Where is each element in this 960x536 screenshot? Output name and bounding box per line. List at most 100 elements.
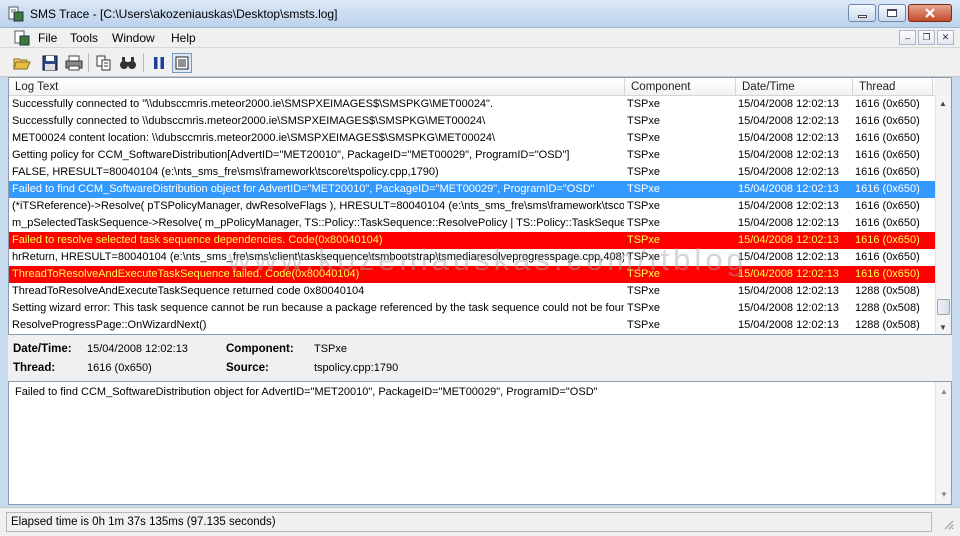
open-button[interactable] — [12, 53, 32, 73]
log-vertical-scrollbar[interactable]: ▲ ▼ — [935, 96, 951, 334]
print-icon — [65, 55, 83, 71]
column-header-thread[interactable]: Thread — [853, 78, 933, 96]
thread-cell: 1616 (0x650) — [855, 183, 920, 195]
component-cell: TSPxe — [627, 166, 661, 178]
component-cell: TSPxe — [627, 183, 661, 195]
document-icon[interactable] — [14, 30, 30, 46]
close-button[interactable] — [908, 4, 952, 22]
log-row[interactable]: FALSE, HRESULT=80040104 (e:\nts_sms_fre\… — [9, 164, 935, 181]
column-header-component[interactable]: Component — [625, 78, 736, 96]
column-header-datetime[interactable]: Date/Time — [736, 78, 853, 96]
print-button[interactable] — [64, 53, 84, 73]
thread-cell: 1288 (0x508) — [855, 319, 920, 331]
save-button[interactable] — [40, 53, 60, 73]
log-row[interactable]: Failed to find CCM_SoftwareDistribution … — [9, 181, 935, 198]
menu-window[interactable]: Window — [112, 31, 155, 45]
datetime-label: Date/Time: — [13, 343, 72, 355]
log-row[interactable]: ResolveProgressPage::OnWizardNext() TSPxe… — [9, 317, 935, 334]
view-toggle-button[interactable] — [172, 53, 192, 73]
datetime-cell: 15/04/2008 12:02:13 — [738, 98, 839, 110]
datetime-cell: 15/04/2008 12:02:13 — [738, 302, 839, 314]
component-cell: TSPxe — [627, 285, 661, 297]
log-row[interactable]: Successfully connected to \\dubsccmris.m… — [9, 113, 935, 130]
maximize-button[interactable] — [878, 4, 906, 22]
doc-close-button[interactable]: ✕ — [937, 30, 954, 45]
status-bar: Elapsed time is 0h 1m 37s 135ms (97.135 … — [0, 507, 960, 536]
log-text-cell: Setting wizard error: This task sequence… — [12, 302, 624, 314]
datetime-cell: 15/04/2008 12:02:13 — [738, 217, 839, 229]
copy-button[interactable] — [94, 53, 114, 73]
datetime-value: 15/04/2008 12:02:13 — [87, 343, 188, 355]
log-row[interactable]: MET00024 content location: \\dubsccmris.… — [9, 130, 935, 147]
message-scroll-up-icon[interactable]: ▲ — [940, 387, 948, 396]
log-text-cell: ThreadToResolveAndExecuteTaskSequence fa… — [12, 268, 360, 280]
log-row[interactable]: m_pSelectedTaskSequence->Resolve( m_pPol… — [9, 215, 935, 232]
datetime-cell: 15/04/2008 12:02:13 — [738, 268, 839, 280]
component-cell: TSPxe — [627, 217, 661, 229]
thread-cell: 1616 (0x650) — [855, 132, 920, 144]
log-list[interactable]: Log Text Component Date/Time Thread Succ… — [8, 77, 952, 335]
doc-minimize-icon: – — [904, 32, 910, 43]
doc-restore-button[interactable]: ❐ — [918, 30, 935, 45]
datetime-cell: 15/04/2008 12:02:13 — [738, 166, 839, 178]
message-pane[interactable]: Failed to find CCM_SoftwareDistribution … — [8, 381, 952, 505]
component-cell: TSPxe — [627, 251, 661, 263]
log-text-cell: MET00024 content location: \\dubsccmris.… — [12, 132, 495, 144]
datetime-cell: 15/04/2008 12:02:13 — [738, 200, 839, 212]
log-row[interactable]: Setting wizard error: This task sequence… — [9, 300, 935, 317]
doc-minimize-button[interactable]: – — [899, 30, 916, 45]
menu-tools[interactable]: Tools — [70, 31, 98, 45]
title-bar: SMS Trace - [C:\Users\akozeniauskas\Desk… — [0, 0, 960, 28]
datetime-cell: 15/04/2008 12:02:13 — [738, 319, 839, 331]
status-text: Elapsed time is 0h 1m 37s 135ms (97.135 … — [6, 512, 932, 532]
scroll-down-icon[interactable]: ▼ — [939, 323, 947, 332]
log-row[interactable]: ThreadToResolveAndExecuteTaskSequence fa… — [9, 266, 935, 283]
pause-icon — [154, 57, 164, 69]
thread-value: 1616 (0x650) — [87, 362, 152, 374]
datetime-cell: 15/04/2008 12:02:13 — [738, 234, 839, 246]
find-icon — [120, 57, 136, 69]
resize-grip-icon[interactable] — [942, 518, 954, 530]
close-icon — [925, 8, 935, 18]
maximize-icon — [887, 9, 897, 17]
component-cell: TSPxe — [627, 234, 661, 246]
sms-trace-app-icon — [8, 6, 24, 22]
view-toggle-icon — [175, 56, 189, 70]
pause-button[interactable] — [149, 53, 169, 73]
toolbar — [0, 48, 960, 77]
datetime-cell: 15/04/2008 12:02:13 — [738, 285, 839, 297]
datetime-cell: 15/04/2008 12:02:13 — [738, 115, 839, 127]
source-value: tspolicy.cpp:1790 — [314, 362, 399, 374]
minimize-button[interactable] — [848, 4, 876, 22]
scroll-up-icon[interactable]: ▲ — [939, 99, 947, 108]
log-text-cell: (*iTSReference)->Resolve( pTSPolicyManag… — [12, 200, 624, 212]
component-cell: TSPxe — [627, 319, 661, 331]
menu-help[interactable]: Help — [171, 31, 196, 45]
log-list-header: Log Text Component Date/Time Thread — [9, 78, 935, 96]
details-panel: Date/Time: 15/04/2008 12:02:13 Component… — [8, 335, 952, 381]
message-scroll-down-icon[interactable]: ▼ — [940, 490, 948, 499]
thread-cell: 1616 (0x650) — [855, 251, 920, 263]
component-cell: TSPxe — [627, 268, 661, 280]
thread-cell: 1288 (0x508) — [855, 285, 920, 297]
document-window-controls: – ❐ ✕ — [899, 30, 954, 45]
column-header-log-text[interactable]: Log Text — [9, 78, 625, 96]
log-row[interactable]: Getting policy for CCM_SoftwareDistribut… — [9, 147, 935, 164]
window-title: SMS Trace - [C:\Users\akozeniauskas\Desk… — [30, 7, 338, 21]
message-vertical-scrollbar[interactable]: ▲ ▼ — [935, 382, 951, 504]
menu-bar: File Tools Window Help – ❐ ✕ — [0, 28, 960, 48]
log-row[interactable]: ThreadToResolveAndExecuteTaskSequence re… — [9, 283, 935, 300]
component-cell: TSPxe — [627, 302, 661, 314]
log-row[interactable]: Failed to resolve selected task sequence… — [9, 232, 935, 249]
log-text-cell: Successfully connected to \\dubsccmris.m… — [12, 115, 486, 127]
component-value: TSPxe — [314, 343, 348, 355]
log-row[interactable]: (*iTSReference)->Resolve( pTSPolicyManag… — [9, 198, 935, 215]
log-row[interactable]: Successfully connected to "\\dubsccmris.… — [9, 96, 935, 113]
thread-label: Thread: — [13, 362, 56, 374]
log-row[interactable]: hrReturn, HRESULT=80040104 (e:\nts_sms_f… — [9, 249, 935, 266]
scroll-thumb[interactable] — [937, 299, 950, 315]
find-button[interactable] — [118, 53, 138, 73]
menu-file[interactable]: File — [38, 31, 57, 45]
thread-cell: 1616 (0x650) — [855, 200, 920, 212]
save-icon — [42, 55, 58, 71]
